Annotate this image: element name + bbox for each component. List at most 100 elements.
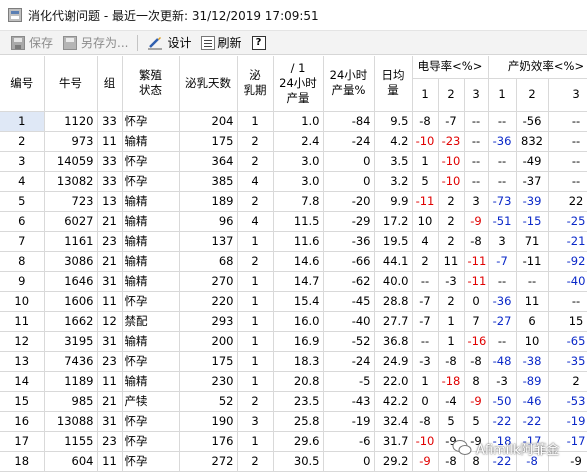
header-lactation[interactable]: 泌 乳期 — [237, 56, 274, 112]
header-conductivity-2[interactable]: 2 — [438, 78, 465, 112]
cell-yield-24h-pct[interactable]: 0 — [323, 151, 375, 172]
header-conductivity-group[interactable]: 电导率<%> — [412, 56, 489, 79]
cell-id[interactable]: 10 — [0, 291, 45, 312]
cell-efficiency-1[interactable]: -48 — [488, 351, 517, 372]
cell-days-in-milk[interactable]: 175 — [179, 351, 238, 372]
cell-cow-number[interactable]: 13082 — [44, 171, 98, 192]
cell-id[interactable]: 13 — [0, 351, 45, 372]
cell-daily-avg[interactable]: 44.1 — [374, 251, 413, 272]
cell-id[interactable]: 8 — [0, 251, 45, 272]
cell-conductivity-3[interactable]: 7 — [464, 311, 489, 332]
cell-id[interactable]: 2 — [0, 131, 45, 152]
cell-cow-number[interactable]: 985 — [44, 391, 98, 412]
cell-id[interactable]: 16 — [0, 411, 45, 432]
cell-conductivity-1[interactable]: -8 — [412, 411, 439, 432]
cell-days-in-milk[interactable]: 189 — [179, 191, 238, 212]
cell-conductivity-1[interactable]: -7 — [412, 291, 439, 312]
cell-group[interactable]: 33 — [97, 151, 123, 172]
cell-daily-avg[interactable]: 32.4 — [374, 411, 413, 432]
cell-yield-24h[interactable]: 29.6 — [273, 431, 324, 452]
cell-conductivity-2[interactable]: -10 — [438, 171, 465, 192]
cell-repro-status[interactable]: 输精 — [122, 331, 180, 352]
cell-lactation[interactable]: 1 — [237, 291, 274, 312]
cell-id[interactable]: 6 — [0, 211, 45, 232]
cell-group[interactable]: 12 — [97, 311, 123, 332]
header-efficiency-3[interactable]: 3 — [548, 78, 587, 112]
cell-lactation[interactable]: 1 — [237, 351, 274, 372]
cell-daily-avg[interactable]: 31.7 — [374, 431, 413, 452]
cell-group[interactable]: 11 — [97, 131, 123, 152]
cell-yield-24h[interactable]: 3.0 — [273, 151, 324, 172]
cell-repro-status[interactable]: 输精 — [122, 191, 180, 212]
table-row[interactable]: 11 1662 12 禁配 293 1 16.0 -40 27.7 -7 1 7 -27 6 15 — [0, 311, 587, 332]
cell-conductivity-1[interactable]: 4 — [412, 231, 439, 252]
cell-conductivity-1[interactable]: -9 — [412, 451, 439, 472]
cell-conductivity-2[interactable]: -7 — [438, 111, 465, 132]
table-row[interactable]: 15 985 21 产犊 52 2 23.5 -43 42.2 0 -4 -9 -50 -46 -53 — [0, 391, 587, 412]
cell-efficiency-2[interactable]: -56 — [516, 111, 549, 132]
cell-conductivity-2[interactable]: 2 — [438, 211, 465, 232]
cell-yield-24h-pct[interactable]: -66 — [323, 251, 375, 272]
cell-efficiency-3[interactable]: -21 — [548, 231, 587, 252]
cell-lactation[interactable]: 2 — [237, 131, 274, 152]
cell-yield-24h[interactable]: 14.7 — [273, 271, 324, 292]
cell-efficiency-1[interactable]: -22 — [488, 411, 517, 432]
cell-days-in-milk[interactable]: 364 — [179, 151, 238, 172]
table-row[interactable]: 4 13082 33 怀孕 385 4 3.0 0 3.2 5 -10 -- -- -37 -- — [0, 171, 587, 192]
cell-efficiency-3[interactable]: 15 — [548, 311, 587, 332]
table-row[interactable]: 14 1189 11 输精 230 1 20.8 -5 22.0 1 -18 8 -3 -89 2 — [0, 371, 587, 392]
cell-repro-status[interactable]: 产犊 — [122, 391, 180, 412]
cell-lactation[interactable]: 4 — [237, 211, 274, 232]
cell-conductivity-1[interactable]: -11 — [412, 191, 439, 212]
cell-efficiency-2[interactable]: 832 — [516, 131, 549, 152]
table-row[interactable]: 8 3086 21 输精 68 2 14.6 -66 44.1 2 11 -11 -7 -11 -92 — [0, 251, 587, 272]
cell-efficiency-3[interactable]: -92 — [548, 251, 587, 272]
cell-id[interactable]: 18 — [0, 451, 45, 472]
cell-efficiency-2[interactable]: -- — [516, 271, 549, 292]
cell-efficiency-2[interactable]: 6 — [516, 311, 549, 332]
cell-efficiency-1[interactable]: -- — [488, 151, 517, 172]
cell-yield-24h-pct[interactable]: -52 — [323, 331, 375, 352]
cell-yield-24h-pct[interactable]: -5 — [323, 371, 375, 392]
cell-efficiency-1[interactable]: -7 — [488, 251, 517, 272]
header-efficiency-1[interactable]: 1 — [488, 78, 517, 112]
cell-lactation[interactable]: 1 — [237, 331, 274, 352]
cell-conductivity-2[interactable]: -10 — [438, 151, 465, 172]
table-row[interactable]: 9 1646 31 输精 270 1 14.7 -62 40.0 -- -3 -11 -- -- -40 — [0, 271, 587, 292]
cell-lactation[interactable]: 3 — [237, 411, 274, 432]
cell-repro-status[interactable]: 怀孕 — [122, 111, 180, 132]
cell-yield-24h-pct[interactable]: -43 — [323, 391, 375, 412]
cell-efficiency-2[interactable]: -49 — [516, 151, 549, 172]
cell-conductivity-2[interactable]: 1 — [438, 331, 465, 352]
cell-efficiency-1[interactable]: -- — [488, 331, 517, 352]
cell-repro-status[interactable]: 禁配 — [122, 311, 180, 332]
cell-group[interactable]: 31 — [97, 271, 123, 292]
cell-group[interactable]: 31 — [97, 411, 123, 432]
cell-lactation[interactable]: 4 — [237, 171, 274, 192]
table-row[interactable]: 7 1161 23 输精 137 1 11.6 -36 19.5 4 2 -8 3 71 -21 — [0, 231, 587, 252]
cell-lactation[interactable]: 2 — [237, 151, 274, 172]
cell-days-in-milk[interactable]: 137 — [179, 231, 238, 252]
cell-days-in-milk[interactable]: 96 — [179, 211, 238, 232]
cell-repro-status[interactable]: 输精 — [122, 251, 180, 272]
cell-conductivity-3[interactable]: -- — [464, 111, 489, 132]
cell-yield-24h-pct[interactable]: -6 — [323, 431, 375, 452]
cell-yield-24h-pct[interactable]: -36 — [323, 231, 375, 252]
cell-lactation[interactable]: 1 — [237, 311, 274, 332]
cell-efficiency-1[interactable]: -27 — [488, 311, 517, 332]
cell-yield-24h-pct[interactable]: -29 — [323, 211, 375, 232]
cell-group[interactable]: 13 — [97, 191, 123, 212]
cell-daily-avg[interactable]: 27.7 — [374, 311, 413, 332]
cell-efficiency-1[interactable]: -3 — [488, 371, 517, 392]
cell-days-in-milk[interactable]: 52 — [179, 391, 238, 412]
cell-lactation[interactable]: 2 — [237, 191, 274, 212]
cell-efficiency-3[interactable]: -- — [548, 151, 587, 172]
cell-daily-avg[interactable]: 9.5 — [374, 111, 413, 132]
cell-id[interactable]: 14 — [0, 371, 45, 392]
cell-yield-24h-pct[interactable]: -40 — [323, 311, 375, 332]
cell-yield-24h[interactable]: 25.8 — [273, 411, 324, 432]
cell-cow-number[interactable]: 1662 — [44, 311, 98, 332]
cell-yield-24h[interactable]: 15.4 — [273, 291, 324, 312]
cell-repro-status[interactable]: 输精 — [122, 271, 180, 292]
cell-days-in-milk[interactable]: 270 — [179, 271, 238, 292]
